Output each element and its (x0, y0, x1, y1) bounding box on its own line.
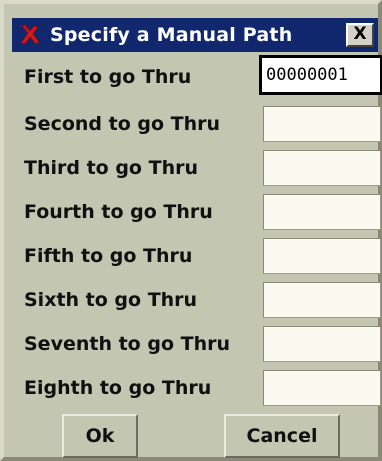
fourth-to-go-thru-input[interactable] (263, 194, 381, 230)
third-to-go-thru-input[interactable] (263, 150, 381, 186)
second-to-go-thru-input[interactable] (263, 106, 381, 142)
cancel-button[interactable]: Cancel (224, 414, 340, 458)
close-button[interactable]: X (346, 23, 374, 47)
first-to-go-thru-input[interactable] (259, 55, 382, 95)
window-title: Specify a Manual Path (50, 24, 293, 46)
eighth-to-go-thru-input[interactable] (263, 370, 381, 406)
field-label: Fifth to go Thru (24, 245, 193, 267)
close-icon: X (353, 24, 367, 44)
field-label: Third to go Thru (24, 157, 198, 179)
row-fifth: Fifth to go Thru (4, 234, 382, 278)
field-label: Eighth to go Thru (24, 377, 212, 399)
row-eighth: Eighth to go Thru (4, 366, 382, 410)
row-third: Third to go Thru (4, 146, 382, 190)
field-label: Fourth to go Thru (24, 201, 213, 223)
field-label: Second to go Thru (24, 113, 221, 135)
manual-path-dialog: Specify a Manual Path X First to go Thru… (0, 0, 382, 461)
field-label: First to go Thru (24, 66, 192, 88)
ok-button[interactable]: Ok (62, 414, 138, 458)
fifth-to-go-thru-input[interactable] (263, 238, 381, 274)
field-label: Sixth to go Thru (24, 289, 198, 311)
sixth-to-go-thru-input[interactable] (263, 282, 381, 318)
field-label: Seventh to go Thru (24, 333, 230, 355)
row-first: First to go Thru (4, 55, 382, 99)
red-x-icon (20, 24, 40, 45)
row-sixth: Sixth to go Thru (4, 278, 382, 322)
row-second: Second to go Thru (4, 102, 382, 146)
row-seventh: Seventh to go Thru (4, 322, 382, 366)
title-bar[interactable]: Specify a Manual Path X (12, 18, 378, 52)
seventh-to-go-thru-input[interactable] (263, 326, 381, 362)
row-fourth: Fourth to go Thru (4, 190, 382, 234)
